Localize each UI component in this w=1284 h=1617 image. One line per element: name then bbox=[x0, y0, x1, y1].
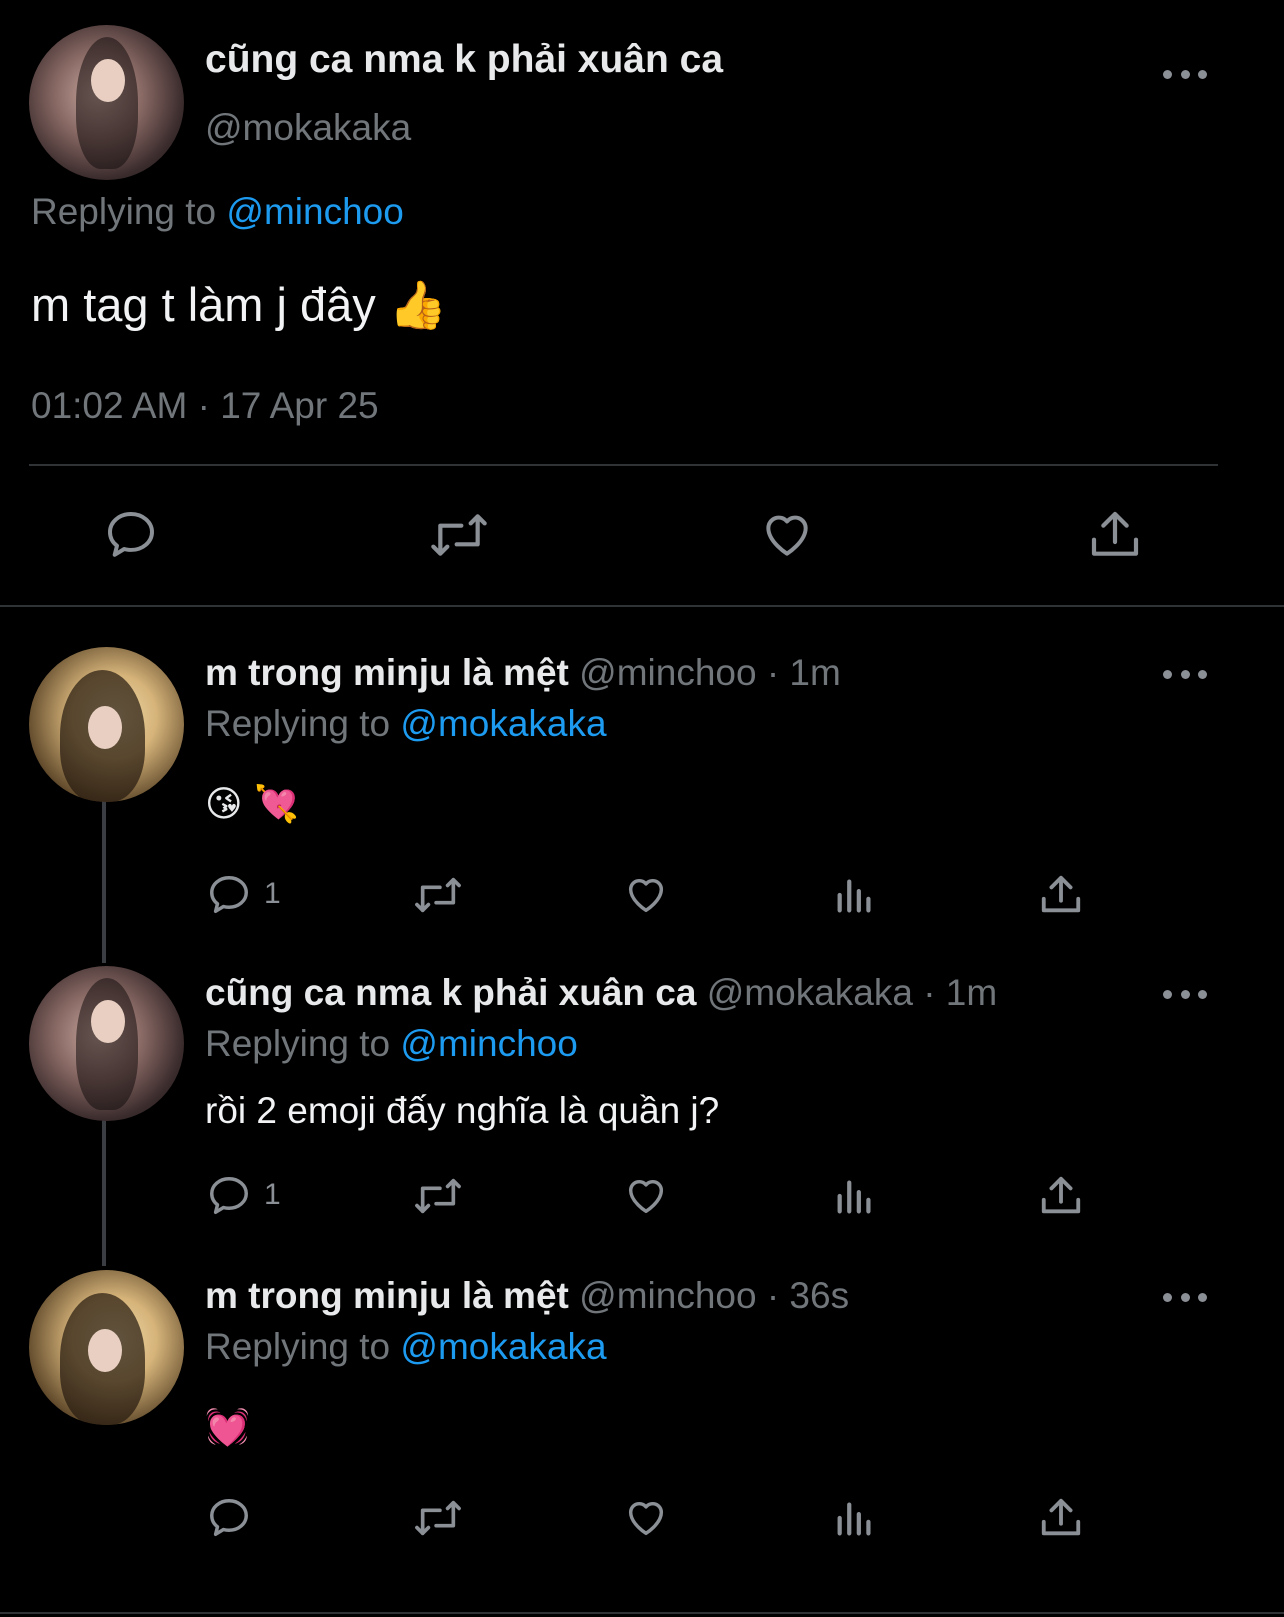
replying-prefix: Replying to bbox=[31, 191, 217, 232]
reply-2-replying-line: Replying to @minchoo bbox=[205, 1023, 578, 1065]
replying-to-link[interactable]: @minchoo bbox=[400, 1023, 577, 1064]
avatar-face-shape bbox=[87, 705, 122, 750]
avatar-hair-shape bbox=[75, 978, 138, 1111]
retweet-icon[interactable] bbox=[412, 872, 464, 918]
reply-1-reply-count: 1 bbox=[264, 877, 281, 910]
timestamp-divider bbox=[29, 464, 1218, 466]
reply-2-avatar[interactable] bbox=[29, 966, 184, 1121]
reply-3-handle-time[interactable]: @minchoo · 36s bbox=[579, 1275, 849, 1316]
bottom-divider bbox=[0, 1612, 1284, 1614]
replying-to-link[interactable]: @mokakaka bbox=[400, 1326, 606, 1367]
reply-1-more-button[interactable] bbox=[1163, 667, 1207, 681]
more-dot-icon bbox=[1163, 1292, 1172, 1302]
like-icon[interactable] bbox=[622, 1173, 670, 1219]
like-icon[interactable] bbox=[758, 507, 816, 563]
replying-prefix: Replying to bbox=[205, 1023, 391, 1064]
reply-3-replying-line: Replying to @mokakaka bbox=[205, 1326, 607, 1368]
reply-2-handle-time[interactable]: @mokakaka · 1m bbox=[707, 972, 997, 1013]
main-tweet-handle[interactable]: @mokakaka bbox=[205, 107, 411, 149]
reply-3-avatar[interactable] bbox=[29, 1270, 184, 1425]
retweet-icon[interactable] bbox=[412, 1495, 464, 1541]
reply-3-display-name[interactable]: m trong minju là mệt bbox=[205, 1275, 569, 1316]
reply-2-more-button[interactable] bbox=[1163, 987, 1207, 1001]
retweet-icon[interactable] bbox=[428, 507, 490, 563]
reply-3-emoji-text: 💓 bbox=[205, 1407, 250, 1448]
reply-1-handle-time[interactable]: @minchoo · 1m bbox=[579, 652, 841, 693]
reply-2-text: rồi 2 emoji đấy nghĩa là quần j? bbox=[205, 1090, 720, 1131]
share-icon[interactable] bbox=[1086, 507, 1144, 563]
reply-1-avatar[interactable] bbox=[29, 647, 184, 802]
thumbs-up-emoji: 👍 bbox=[388, 278, 448, 333]
reply-1-header: m trong minju là mệt @minchoo · 1m bbox=[205, 652, 841, 694]
analytics-icon[interactable] bbox=[832, 1495, 878, 1541]
reply-3-more-button[interactable] bbox=[1163, 1290, 1207, 1304]
reply-3-header: m trong minju là mệt @minchoo · 36s bbox=[205, 1275, 849, 1317]
more-dot-icon bbox=[1163, 989, 1172, 999]
more-dot-icon bbox=[1198, 989, 1207, 999]
replying-to-link[interactable]: @mokakaka bbox=[400, 703, 606, 744]
avatar-hair-shape bbox=[75, 37, 138, 170]
more-dot-icon bbox=[1180, 1292, 1190, 1302]
like-icon[interactable] bbox=[622, 872, 670, 918]
reply-1-emoji-text: 😘 💘 bbox=[205, 784, 299, 825]
analytics-icon[interactable] bbox=[832, 1173, 878, 1219]
main-tweet-body: m tag t làm j đây bbox=[31, 278, 376, 331]
replying-to-link[interactable]: @minchoo bbox=[226, 191, 403, 232]
more-dot-icon bbox=[1163, 669, 1172, 679]
reply-icon[interactable] bbox=[205, 1495, 253, 1541]
share-icon[interactable] bbox=[1038, 872, 1084, 918]
replying-prefix: Replying to bbox=[205, 1326, 391, 1367]
reply-icon[interactable] bbox=[205, 872, 253, 918]
reply-2-header: cũng ca nma k phải xuân ca @mokakaka · 1… bbox=[205, 972, 997, 1014]
share-icon[interactable] bbox=[1038, 1173, 1084, 1219]
main-tweet-bottom-divider bbox=[0, 605, 1284, 607]
thread-connector-line bbox=[102, 800, 106, 963]
more-dot-icon bbox=[1198, 1292, 1207, 1302]
reply-2-display-name[interactable]: cũng ca nma k phải xuân ca bbox=[205, 972, 696, 1013]
reply-1-replying-line: Replying to @mokakaka bbox=[205, 703, 607, 745]
replying-prefix: Replying to bbox=[205, 703, 391, 744]
main-tweet-display-name[interactable]: cũng ca nma k phải xuân ca bbox=[205, 38, 723, 82]
retweet-icon[interactable] bbox=[412, 1173, 464, 1219]
share-icon[interactable] bbox=[1038, 1495, 1084, 1541]
reply-icon[interactable] bbox=[205, 1173, 253, 1219]
more-dot-icon bbox=[1163, 69, 1172, 79]
thread-connector-line bbox=[102, 1120, 106, 1266]
reply-1-display-name[interactable]: m trong minju là mệt bbox=[205, 652, 569, 693]
main-tweet-more-button[interactable] bbox=[1163, 67, 1207, 81]
like-icon[interactable] bbox=[622, 1495, 670, 1541]
main-tweet-text: m tag t làm j đây 👍 bbox=[31, 277, 447, 333]
more-dot-icon bbox=[1180, 669, 1190, 679]
more-dot-icon bbox=[1180, 69, 1190, 79]
reply-icon[interactable] bbox=[102, 507, 160, 563]
main-tweet-timestamp: 01:02 AM · 17 Apr 25 bbox=[31, 385, 379, 426]
analytics-icon[interactable] bbox=[832, 872, 878, 918]
more-dot-icon bbox=[1198, 69, 1207, 79]
more-dot-icon bbox=[1180, 989, 1190, 999]
avatar-face-shape bbox=[87, 1328, 122, 1373]
main-tweet-avatar[interactable] bbox=[29, 25, 184, 180]
reply-2-reply-count: 1 bbox=[264, 1178, 281, 1211]
main-tweet-replying-line: Replying to @minchoo bbox=[31, 191, 404, 233]
more-dot-icon bbox=[1198, 669, 1207, 679]
